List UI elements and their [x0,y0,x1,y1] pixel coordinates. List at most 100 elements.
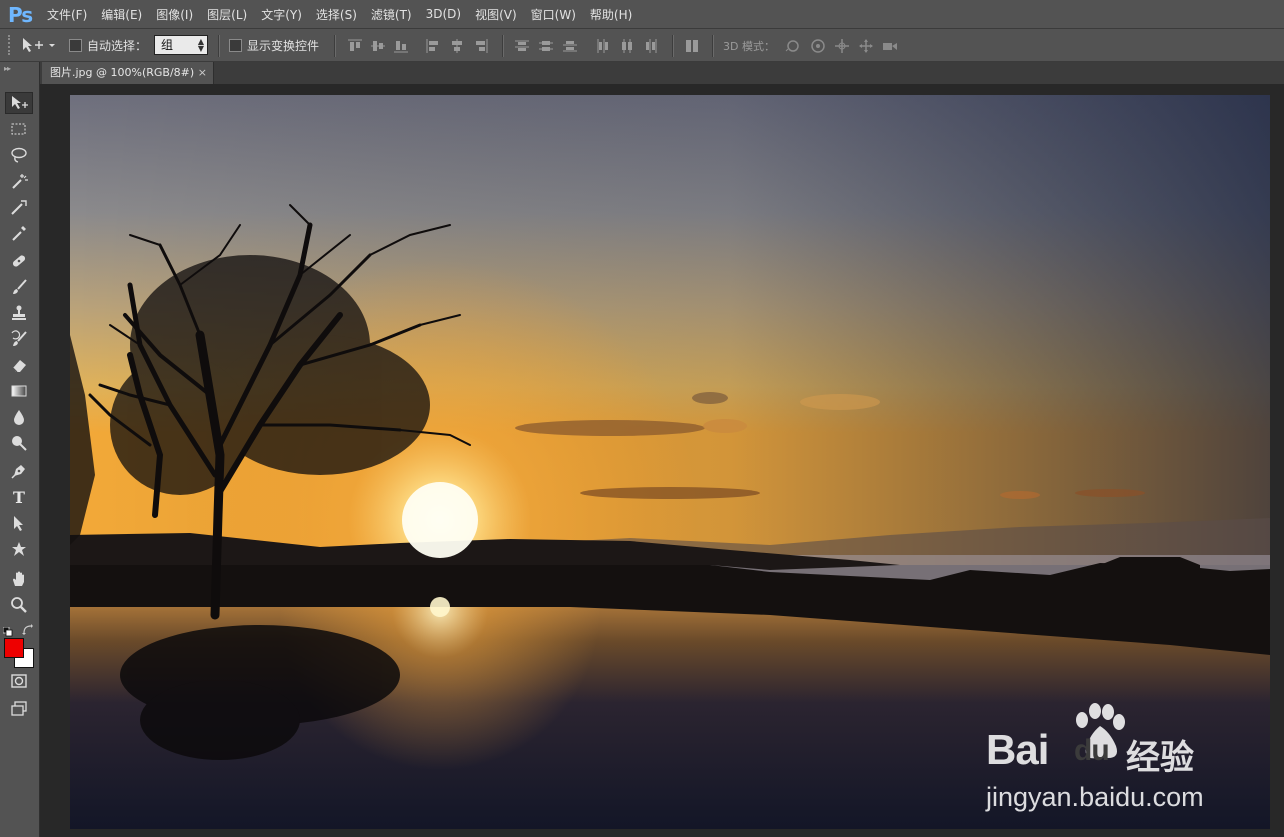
watermark-brand-du: du [1074,734,1110,767]
separator [712,35,714,57]
eyedropper-icon [12,226,26,241]
healing-brush-tool-button[interactable] [5,250,33,272]
eraser-tool-button[interactable] [5,354,33,376]
magnifier-icon [11,597,27,613]
pen-tool-button[interactable] [5,460,33,482]
document-tab[interactable]: 图片.jpg @ 100%(RGB/8#) × [42,62,214,84]
dodge-icon [12,436,27,451]
menu-filter[interactable]: 滤镜(T) [364,6,419,23]
close-tab-icon[interactable]: × [198,62,207,84]
screen-mode-icon [11,701,27,716]
align-bottom-icon[interactable] [393,38,409,54]
lasso-tool-button[interactable] [5,144,33,166]
magic-wand-icon [12,174,28,189]
watermark-url: jingyan.baidu.com [986,782,1204,812]
eyedropper-tool-button[interactable] [5,222,33,244]
panel-collapse-icon[interactable]: ▸▸ [4,64,11,73]
menu-3d[interactable]: 3D(D) [419,7,468,21]
document-tab-title: 图片.jpg @ 100%(RGB/8#) [50,66,195,79]
separator [218,35,220,57]
menu-layer[interactable]: 图层(L) [200,6,254,23]
water-drop-icon [14,410,24,425]
default-colors-icon[interactable] [2,622,13,637]
show-transform-checkbox[interactable] [229,39,242,52]
watermark-brand-bai: Bai [986,726,1049,773]
crop-tool-button[interactable] [5,196,33,218]
rotate-3d-icon[interactable] [785,38,801,54]
auto-select-target-dropdown[interactable]: 组 ▲ ▼ [154,35,208,55]
blur-tool-button[interactable] [5,406,33,428]
options-grip[interactable] [8,35,14,55]
path-selection-tool-button[interactable] [5,512,33,534]
distribute-horizontal-center-icon[interactable] [619,38,635,54]
watermark-jingyan-text: 经验 [1126,738,1194,778]
gradient-tool-button[interactable] [5,380,33,402]
separator [502,35,504,57]
distribute-right-icon[interactable] [643,38,659,54]
tools-panel: ▸▸ T [0,62,40,837]
zoom-tool-button[interactable] [5,594,33,616]
menu-select[interactable]: 选择(S) [309,6,364,23]
custom-shape-icon [12,542,26,556]
bandage-icon [12,255,26,267]
document-tab-bar: 图片.jpg @ 100%(RGB/8#) × [0,62,1284,84]
stamp-icon [12,305,26,320]
auto-select-target-value: 组 [161,38,174,52]
magic-wand-tool-button[interactable] [5,170,33,192]
lasso-icon [11,147,27,163]
rectangular-marquee-icon [11,123,26,135]
separator [334,35,336,57]
move-tool-icon [12,96,28,109]
clone-stamp-tool-button[interactable] [5,302,33,324]
foreground-color-swatch[interactable] [4,638,24,658]
eraser-icon [12,360,26,373]
distribute-left-icon[interactable] [595,38,611,54]
align-vertical-center-icon[interactable] [370,38,386,54]
move-tool-icon [23,38,55,52]
tool-preset-picker[interactable] [20,35,58,55]
menu-type[interactable]: 文字(Y) [254,6,309,23]
menu-help[interactable]: 帮助(H) [583,6,639,23]
dodge-tool-button[interactable] [5,432,33,454]
separator [672,35,674,57]
history-brush-tool-button[interactable] [5,328,33,350]
marquee-tool-button[interactable] [5,118,33,140]
scale-3d-icon[interactable] [882,38,898,54]
hand-tool-button[interactable] [5,568,33,590]
align-right-icon[interactable] [473,38,489,54]
quick-mask-button[interactable] [5,670,33,692]
menu-view[interactable]: 视图(V) [468,6,524,23]
distribute-top-icon[interactable] [514,38,530,54]
quick-mask-icon [11,674,27,688]
dropdown-arrows-icon: ▲ ▼ [197,37,204,53]
quick-selection-icon [11,200,27,215]
auto-align-layers-icon[interactable] [684,38,700,54]
type-tool-button[interactable]: T [5,486,33,508]
document-image[interactable]: Bai du 经验 jingyan.baidu.com [70,95,1270,829]
move-tool-button[interactable] [5,92,33,114]
distribute-vertical-center-icon[interactable] [538,38,554,54]
baidu-jingyan-watermark: Bai du 经验 jingyan.baidu.com [986,700,1226,820]
distribute-bottom-icon[interactable] [562,38,578,54]
menu-edit[interactable]: 编辑(E) [94,6,149,23]
gradient-icon [11,385,27,397]
swap-colors-icon[interactable] [22,621,34,635]
auto-select-checkbox[interactable] [69,39,82,52]
align-left-icon[interactable] [425,38,441,54]
3d-mode-label: 3D 模式： [723,40,775,53]
brush-tool-button[interactable] [5,276,33,298]
roll-3d-icon[interactable] [810,38,826,54]
drag-3d-icon[interactable] [834,38,850,54]
menu-image[interactable]: 图像(I) [149,6,200,23]
align-top-icon[interactable] [347,38,363,54]
path-selection-icon [14,516,23,531]
custom-shape-tool-button[interactable] [5,538,33,560]
menu-file[interactable]: 文件(F) [40,6,94,23]
brush-icon [13,279,27,294]
menu-window[interactable]: 窗口(W) [524,6,583,23]
show-transform-label: 显示变换控件 [247,39,320,53]
screen-mode-button[interactable] [5,698,33,720]
main-menu: 文件(F) 编辑(E) 图像(I) 图层(L) 文字(Y) 选择(S) 滤镜(T… [40,0,639,28]
slide-3d-icon[interactable] [858,38,874,54]
align-horizontal-center-icon[interactable] [449,38,465,54]
